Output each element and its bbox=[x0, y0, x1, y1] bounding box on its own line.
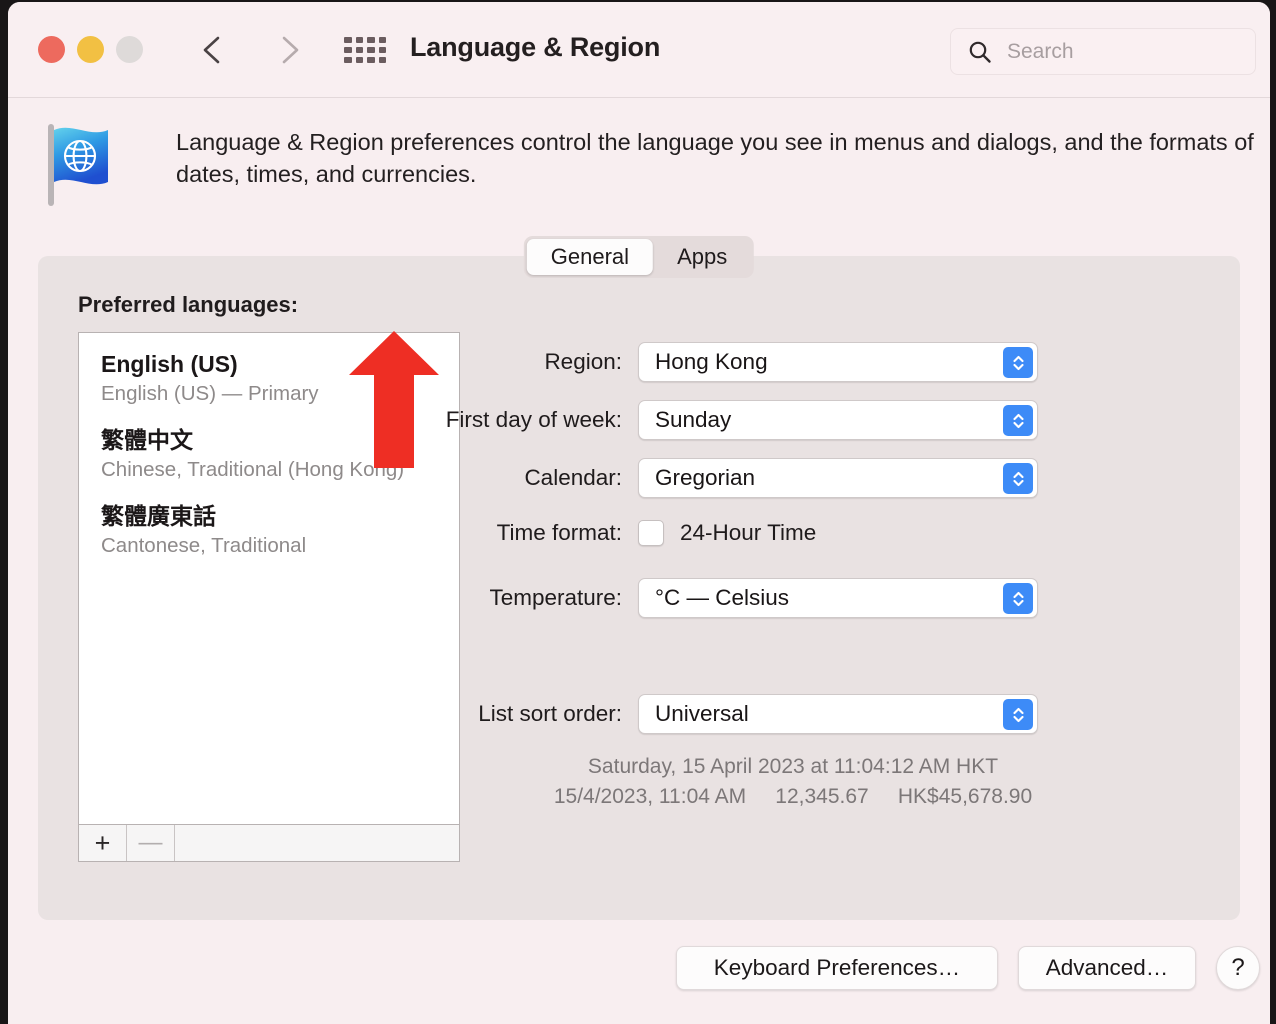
preferences-description: Language & Region preferences control th… bbox=[176, 129, 1254, 187]
back-button[interactable] bbox=[194, 30, 232, 70]
window-titlebar: Language & Region Search bbox=[8, 2, 1270, 98]
flag-globe-icon bbox=[48, 124, 108, 206]
add-language-button[interactable]: + bbox=[79, 825, 127, 861]
grid-dot bbox=[367, 47, 375, 53]
list-sort-order-row: List sort order: Universal bbox=[368, 694, 1038, 734]
calendar-popup-button[interactable]: Gregorian bbox=[638, 458, 1038, 498]
grid-dot bbox=[344, 47, 352, 53]
grid-dot bbox=[378, 37, 386, 43]
calendar-value: Gregorian bbox=[655, 465, 756, 490]
grid-dot bbox=[344, 57, 352, 63]
minimize-window-button[interactable] bbox=[77, 36, 104, 63]
temperature-popup-button[interactable]: °C — Celsius bbox=[638, 578, 1038, 618]
tab-general[interactable]: General bbox=[526, 239, 654, 275]
temperature-label: Temperature: bbox=[489, 585, 622, 610]
forward-button[interactable] bbox=[270, 30, 308, 70]
region-value: Hong Kong bbox=[655, 349, 768, 374]
tab-bar: General Apps bbox=[523, 236, 755, 278]
help-button[interactable]: ? bbox=[1216, 946, 1260, 990]
grid-dot bbox=[378, 57, 386, 63]
preferred-languages-label: Preferred languages: bbox=[78, 292, 299, 317]
first-day-of-week-value: Sunday bbox=[655, 407, 732, 432]
grid-dot bbox=[367, 37, 375, 43]
region-label: Region: bbox=[544, 349, 622, 374]
chevron-updown-icon[interactable] bbox=[1003, 347, 1033, 378]
sample-date-line: Saturday, 15 April 2023 at 11:04:12 AM H… bbox=[587, 755, 999, 778]
chevron-left-icon bbox=[203, 36, 220, 64]
preferences-header: Language & Region preferences control th… bbox=[8, 98, 1270, 226]
search-placeholder: Search bbox=[1007, 39, 1074, 63]
grid-dot bbox=[367, 57, 375, 63]
grid-dot bbox=[378, 47, 386, 53]
sample-number-line: 15/4/2023, 11:04 AM 12,345.67 HK$45,678.… bbox=[553, 785, 1033, 808]
calendar-row: Calendar: Gregorian bbox=[368, 458, 1038, 498]
temperature-row: Temperature: °C — Celsius bbox=[368, 578, 1038, 618]
first-day-of-week-popup-button[interactable]: Sunday bbox=[638, 400, 1038, 440]
list-sort-order-label: List sort order: bbox=[478, 701, 622, 726]
tab-apps[interactable]: Apps bbox=[653, 239, 751, 275]
preferences-window: Language & Region Search Language & Regi… bbox=[8, 2, 1270, 1024]
remove-language-button[interactable]: — bbox=[127, 825, 175, 861]
toolbar-filler bbox=[175, 825, 459, 861]
first-day-of-week-row: First day of week: Sunday bbox=[368, 400, 1038, 440]
search-field[interactable]: Search bbox=[950, 28, 1256, 75]
time-format-label: Time format: bbox=[496, 520, 622, 545]
zoom-window-button[interactable] bbox=[116, 36, 143, 63]
chevron-updown-icon[interactable] bbox=[1003, 583, 1033, 614]
list-sort-order-popup-button[interactable]: Universal bbox=[638, 694, 1038, 734]
chevron-right-icon bbox=[282, 36, 299, 64]
keyboard-preferences-button[interactable]: Keyboard Preferences… bbox=[676, 946, 998, 990]
close-window-button[interactable] bbox=[38, 36, 65, 63]
general-settings-panel: Preferred languages: English (US) Englis… bbox=[38, 256, 1240, 920]
region-row: Region: Hong Kong bbox=[368, 342, 1038, 382]
time-format-row: Time format: 24-Hour Time bbox=[368, 520, 816, 546]
language-list-toolbar: + — bbox=[78, 824, 460, 862]
chevron-updown-icon[interactable] bbox=[1003, 699, 1033, 730]
chevron-updown-icon[interactable] bbox=[1003, 463, 1033, 494]
24-hour-time-checkbox[interactable] bbox=[638, 520, 664, 546]
window-title: Language & Region bbox=[410, 32, 661, 62]
region-popup-button[interactable]: Hong Kong bbox=[638, 342, 1038, 382]
24-hour-time-label: 24-Hour Time bbox=[680, 520, 817, 545]
temperature-value: °C — Celsius bbox=[655, 585, 790, 610]
grid-dot bbox=[355, 57, 363, 63]
list-sort-order-value: Universal bbox=[655, 701, 749, 726]
grid-apps-icon[interactable] bbox=[344, 37, 386, 63]
grid-dot bbox=[355, 47, 363, 53]
grid-dot bbox=[355, 37, 363, 43]
calendar-label: Calendar: bbox=[524, 465, 622, 490]
chevron-updown-icon[interactable] bbox=[1003, 405, 1033, 436]
advanced-button[interactable]: Advanced… bbox=[1018, 946, 1196, 990]
format-sample-preview: Saturday, 15 April 2023 at 11:04:12 AM H… bbox=[378, 752, 1208, 812]
search-icon bbox=[969, 41, 991, 63]
grid-dot bbox=[344, 37, 352, 43]
first-day-of-week-label: First day of week: bbox=[445, 407, 622, 432]
